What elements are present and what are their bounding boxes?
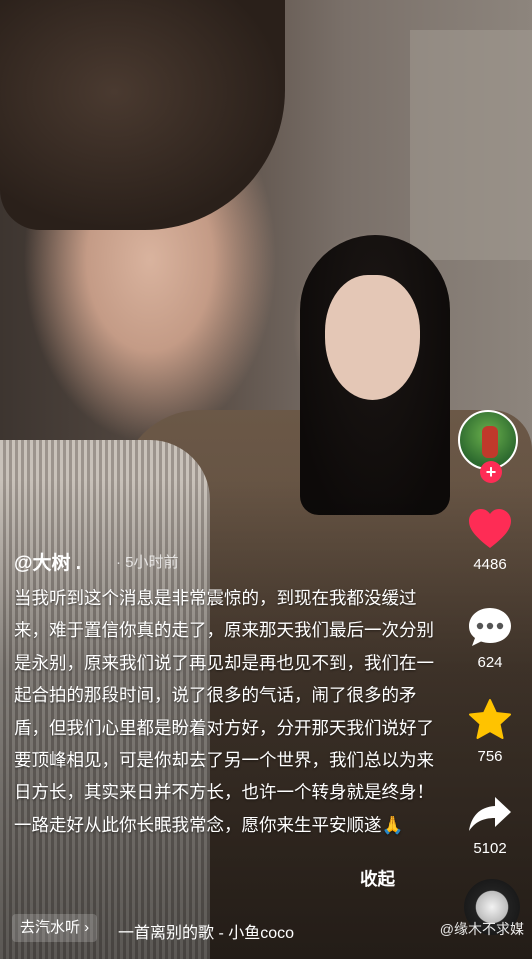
share-button[interactable]: 5102 xyxy=(460,794,520,857)
share-count: 5102 xyxy=(473,840,507,857)
music-bar: 去汽水听 › 一首离别的歌 - 小鱼coco @缘木不求媒 xyxy=(0,879,532,949)
open-in-qishui-button[interactable]: 去汽水听 › xyxy=(12,914,98,942)
comment-icon xyxy=(469,608,511,646)
video-caption: 当我听到这个消息是非常震惊的，到现在我都没缓过来，难于置信你真的走了，原来那天我… xyxy=(14,588,434,835)
like-button[interactable]: 4486 xyxy=(460,508,520,573)
comment-button[interactable]: 624 xyxy=(460,606,520,671)
author-name[interactable]: @大树 . xyxy=(14,548,81,575)
watermark: @缘木不求媒 xyxy=(439,921,524,937)
favorite-button[interactable]: 756 xyxy=(460,698,520,765)
star-icon xyxy=(469,699,511,739)
background-cabinet xyxy=(410,30,532,260)
favorite-count: 756 xyxy=(477,748,503,765)
heart-icon xyxy=(469,509,511,548)
like-count: 4486 xyxy=(473,556,507,573)
comment-count: 624 xyxy=(477,654,503,671)
avatar-figure xyxy=(482,426,498,458)
woman-face xyxy=(325,275,420,400)
music-title[interactable]: 一首离别的歌 - 小鱼coco xyxy=(118,919,294,943)
man-hair xyxy=(0,0,285,230)
collapse-button[interactable]: 收起 xyxy=(360,866,395,891)
share-arrow-icon xyxy=(469,797,511,831)
post-time: · 5小时前 xyxy=(116,554,179,571)
follow-plus-icon[interactable]: + xyxy=(480,461,502,483)
